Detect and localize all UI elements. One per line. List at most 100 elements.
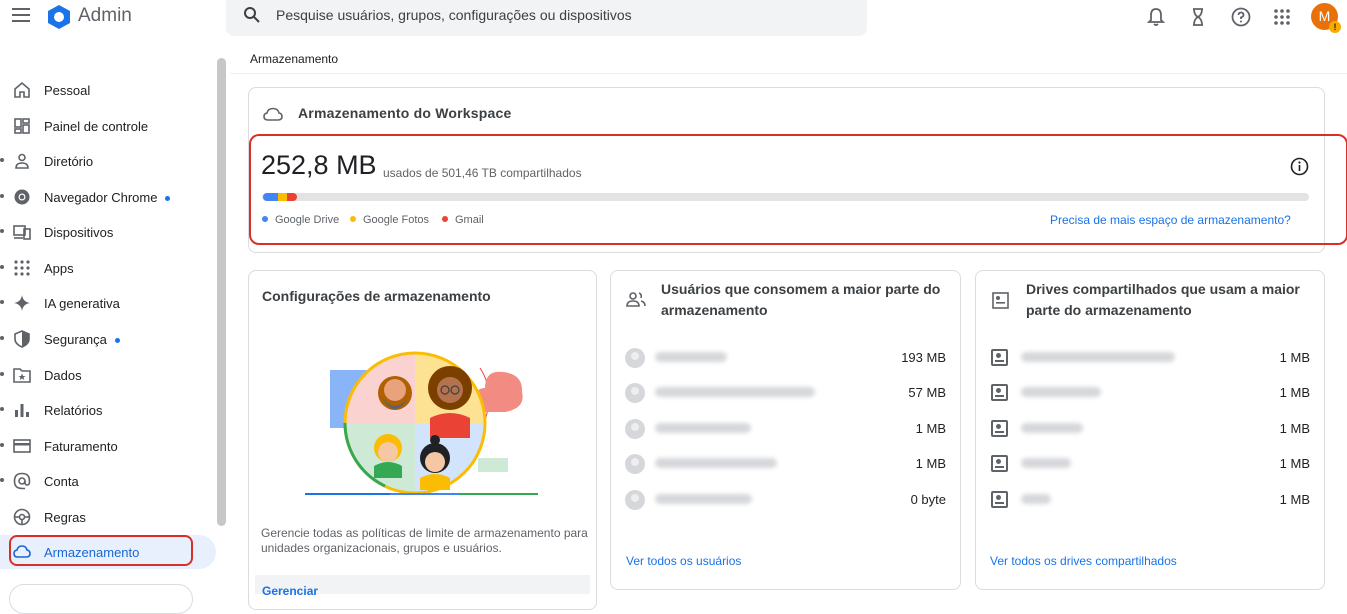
sidebar-item-conta[interactable]: Conta [0,464,216,498]
drive-name-blurred [1021,458,1071,468]
usage-value: 1 MB [915,456,946,471]
sidebar-item-dispositivos[interactable]: Dispositivos [0,215,216,249]
expand-arrow-icon[interactable] [0,300,4,304]
expand-arrow-icon[interactable] [0,336,4,340]
shared-drive-icon [992,292,1009,309]
sidebar-bottom-button[interactable] [9,584,193,614]
list-item[interactable]: 1 MB [625,452,946,476]
admin-logo-icon[interactable] [46,4,72,30]
expand-arrow-icon[interactable] [0,407,4,411]
shared-drive-icon [991,491,1008,508]
usage-value: 57 MB [908,385,946,400]
list-item[interactable]: 1 MB [991,346,1310,370]
user-avatar-icon [625,490,645,510]
search-input[interactable]: Pesquise usuários, grupos, configurações… [276,7,632,23]
sidebar-item-label: Segurança [44,332,120,347]
apps-grid-icon[interactable] [1271,6,1293,28]
list-item[interactable]: 1 MB [991,417,1310,441]
bar-chart-icon [15,404,29,417]
sidebar-item-label: IA generativa [44,296,120,311]
user-avatar-icon [625,419,645,439]
list-item[interactable]: 1 MB [991,488,1310,512]
sidebar-item-label: Pessoal [44,83,91,98]
breadcrumb[interactable]: Armazenamento [250,52,338,66]
expand-arrow-icon[interactable] [0,265,4,269]
sidebar-scrollbar[interactable] [217,58,226,526]
expand-arrow-icon[interactable] [0,443,4,447]
expand-arrow-icon[interactable] [0,229,4,233]
sidebar-item-label: Relatórios [44,403,103,418]
avatar[interactable]: M ! [1311,3,1341,33]
sidebar-item-label: Apps [44,261,74,276]
card-title: Armazenamento do Workspace [298,105,512,121]
user-name-blurred [655,458,777,468]
manage-label: Gerenciar [262,584,319,598]
at-sign-icon [13,472,31,490]
card-title: Drives compartilhados que usam a maior p… [1026,281,1300,318]
sparkle-icon [14,295,30,311]
search-bar[interactable]: Pesquise usuários, grupos, configurações… [226,0,867,36]
expand-arrow-icon[interactable] [0,478,4,482]
usage-value: 1 MB [1279,421,1310,436]
sidebar-item-label: Regras [44,510,86,525]
user-name-blurred [655,387,815,397]
user-name-blurred [655,423,751,433]
usage-value: 0 byte [910,492,946,507]
list-item[interactable]: 193 MB [625,346,946,370]
apps-icon [14,260,30,276]
shared-drive-icon [991,384,1008,401]
view-all-users-link[interactable]: Ver todos os usuários [626,554,741,568]
notifications-icon[interactable] [1145,6,1167,28]
main-menu-icon[interactable] [12,8,30,22]
expand-arrow-icon[interactable] [0,372,4,376]
sidebar-item-relatorios[interactable]: Relatórios [0,393,216,427]
credit-card-icon [13,439,31,453]
sidebar-item-regras[interactable]: Regras [0,500,216,534]
sidebar-item-seguranca[interactable]: Segurança [0,322,216,356]
sidebar-item-label: Conta [44,474,79,489]
drive-name-blurred [1021,352,1175,362]
notification-dot [165,196,171,202]
dashboard-icon [14,118,30,134]
top-app-bar: Admin Pesquise usuários, grupos, configu… [0,0,1347,36]
home-icon [14,81,30,98]
sidebar-item-faturamento[interactable]: Faturamento [0,429,216,463]
user-avatar-icon [625,348,645,368]
expand-arrow-icon[interactable] [0,194,4,198]
app-name[interactable]: Admin [78,5,132,27]
hourglass-icon[interactable] [1187,6,1209,28]
sidebar-item-chrome[interactable]: Navegador Chrome [0,180,216,214]
list-item[interactable]: 1 MB [991,452,1310,476]
sidebar-item-label: Faturamento [44,439,118,454]
notification-dot [114,338,120,344]
help-icon[interactable] [1230,6,1252,28]
sidebar-item-label: Diretório [44,154,94,169]
usage-value: 193 MB [901,350,946,365]
sidebar-item-painel[interactable]: Painel de controle [0,109,216,143]
sidebar-item-label: Dados [44,368,82,383]
usage-value: 1 MB [915,421,946,436]
avatar-letter: M [1318,8,1331,24]
list-item[interactable]: 0 byte [625,488,946,512]
expand-arrow-icon[interactable] [0,158,4,162]
manage-button[interactable]: Gerenciar [255,575,590,598]
usage-value: 1 MB [1279,492,1310,507]
list-item[interactable]: 57 MB [625,381,946,405]
view-all-drives-link[interactable]: Ver todos os drives compartilhados [990,554,1177,568]
drive-name-blurred [1021,387,1101,397]
sidebar-item-pessoal[interactable]: Pessoal [0,73,216,107]
sidebar-item-ia-generativa[interactable]: IA generativa [0,286,216,320]
sidebar-item-label: Navegador Chrome [44,190,171,205]
divider [230,73,1347,74]
usage-value: 1 MB [1279,385,1310,400]
sidebar-item-apps[interactable]: Apps [0,251,216,285]
list-item[interactable]: 1 MB [625,417,946,441]
search-icon [244,7,260,23]
drive-name-blurred [1021,423,1083,433]
list-item[interactable]: 1 MB [991,381,1310,405]
shared-drive-icon [991,420,1008,437]
usage-value: 1 MB [1279,350,1310,365]
sidebar-item-diretorio[interactable]: Diretório [0,144,216,178]
sidebar-item-dados[interactable]: Dados [0,358,216,392]
warning-badge-icon: ! [1329,21,1341,33]
